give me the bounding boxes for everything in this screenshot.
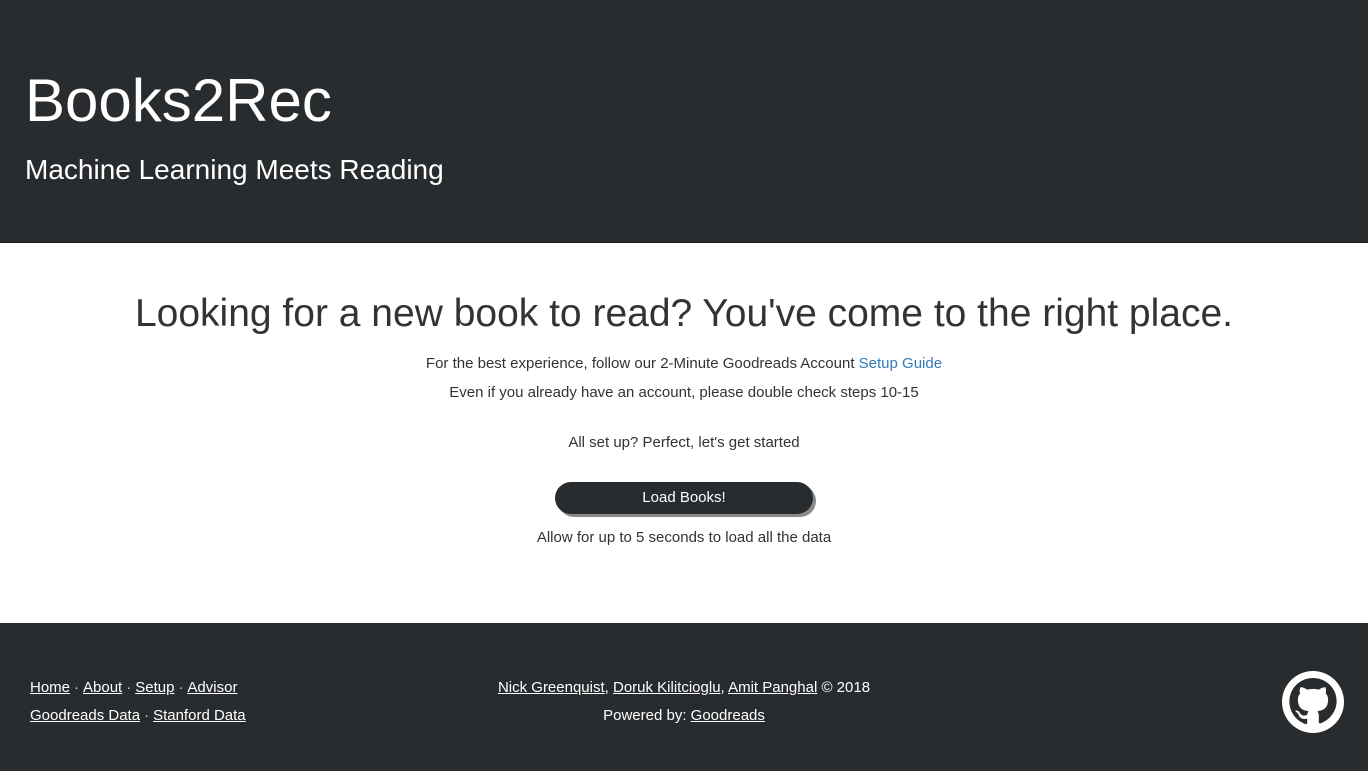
author-separator: ,	[604, 679, 609, 696]
load-note: Allow for up to 5 seconds to load all th…	[536, 529, 832, 546]
setup-intro-text: For the best experience, follow our 2-Mi…	[425, 355, 859, 372]
page-header: Books2Rec Machine Learning Meets Reading	[0, 0, 1368, 243]
author-link-nick[interactable]: Nick Greenquist	[498, 679, 605, 696]
setup-intro: For the best experience, follow our 2-Mi…	[0, 354, 1368, 374]
site-title: Books2Rec	[25, 67, 332, 134]
footer-powered: Powered by: Goodreads	[0, 706, 1368, 726]
main-content: Looking for a new book to read? You've c…	[0, 244, 1368, 623]
page-footer: Home · About · Setup · Advisor Goodreads Data ·…	[0, 623, 1368, 771]
author-link-amit[interactable]: Amit Panghal	[728, 679, 817, 696]
github-icon[interactable]	[1282, 671, 1344, 733]
copyright: © 2018	[821, 679, 871, 696]
ready-text: All set up? Perfect, let's get started	[568, 434, 800, 451]
page-headline: Looking for a new book to read? You've c…	[134, 292, 1234, 335]
powered-goodreads-link[interactable]: Goodreads	[691, 707, 765, 724]
setup-note: Even if you already have an account, ple…	[449, 384, 919, 401]
author-separator: ,	[720, 679, 725, 696]
author-link-doruk[interactable]: Doruk Kilitcioglu	[613, 679, 721, 696]
github-logo-graphic	[1282, 671, 1344, 733]
site-subtitle: Machine Learning Meets Reading	[25, 154, 444, 185]
load-books-button[interactable]: Load Books!	[555, 482, 813, 514]
powered-label: Powered by:	[603, 707, 691, 724]
setup-guide-link[interactable]: Setup Guide	[859, 355, 942, 372]
footer-authors: Nick Greenquist, Doruk Kilitcioglu, Amit…	[0, 678, 1368, 698]
